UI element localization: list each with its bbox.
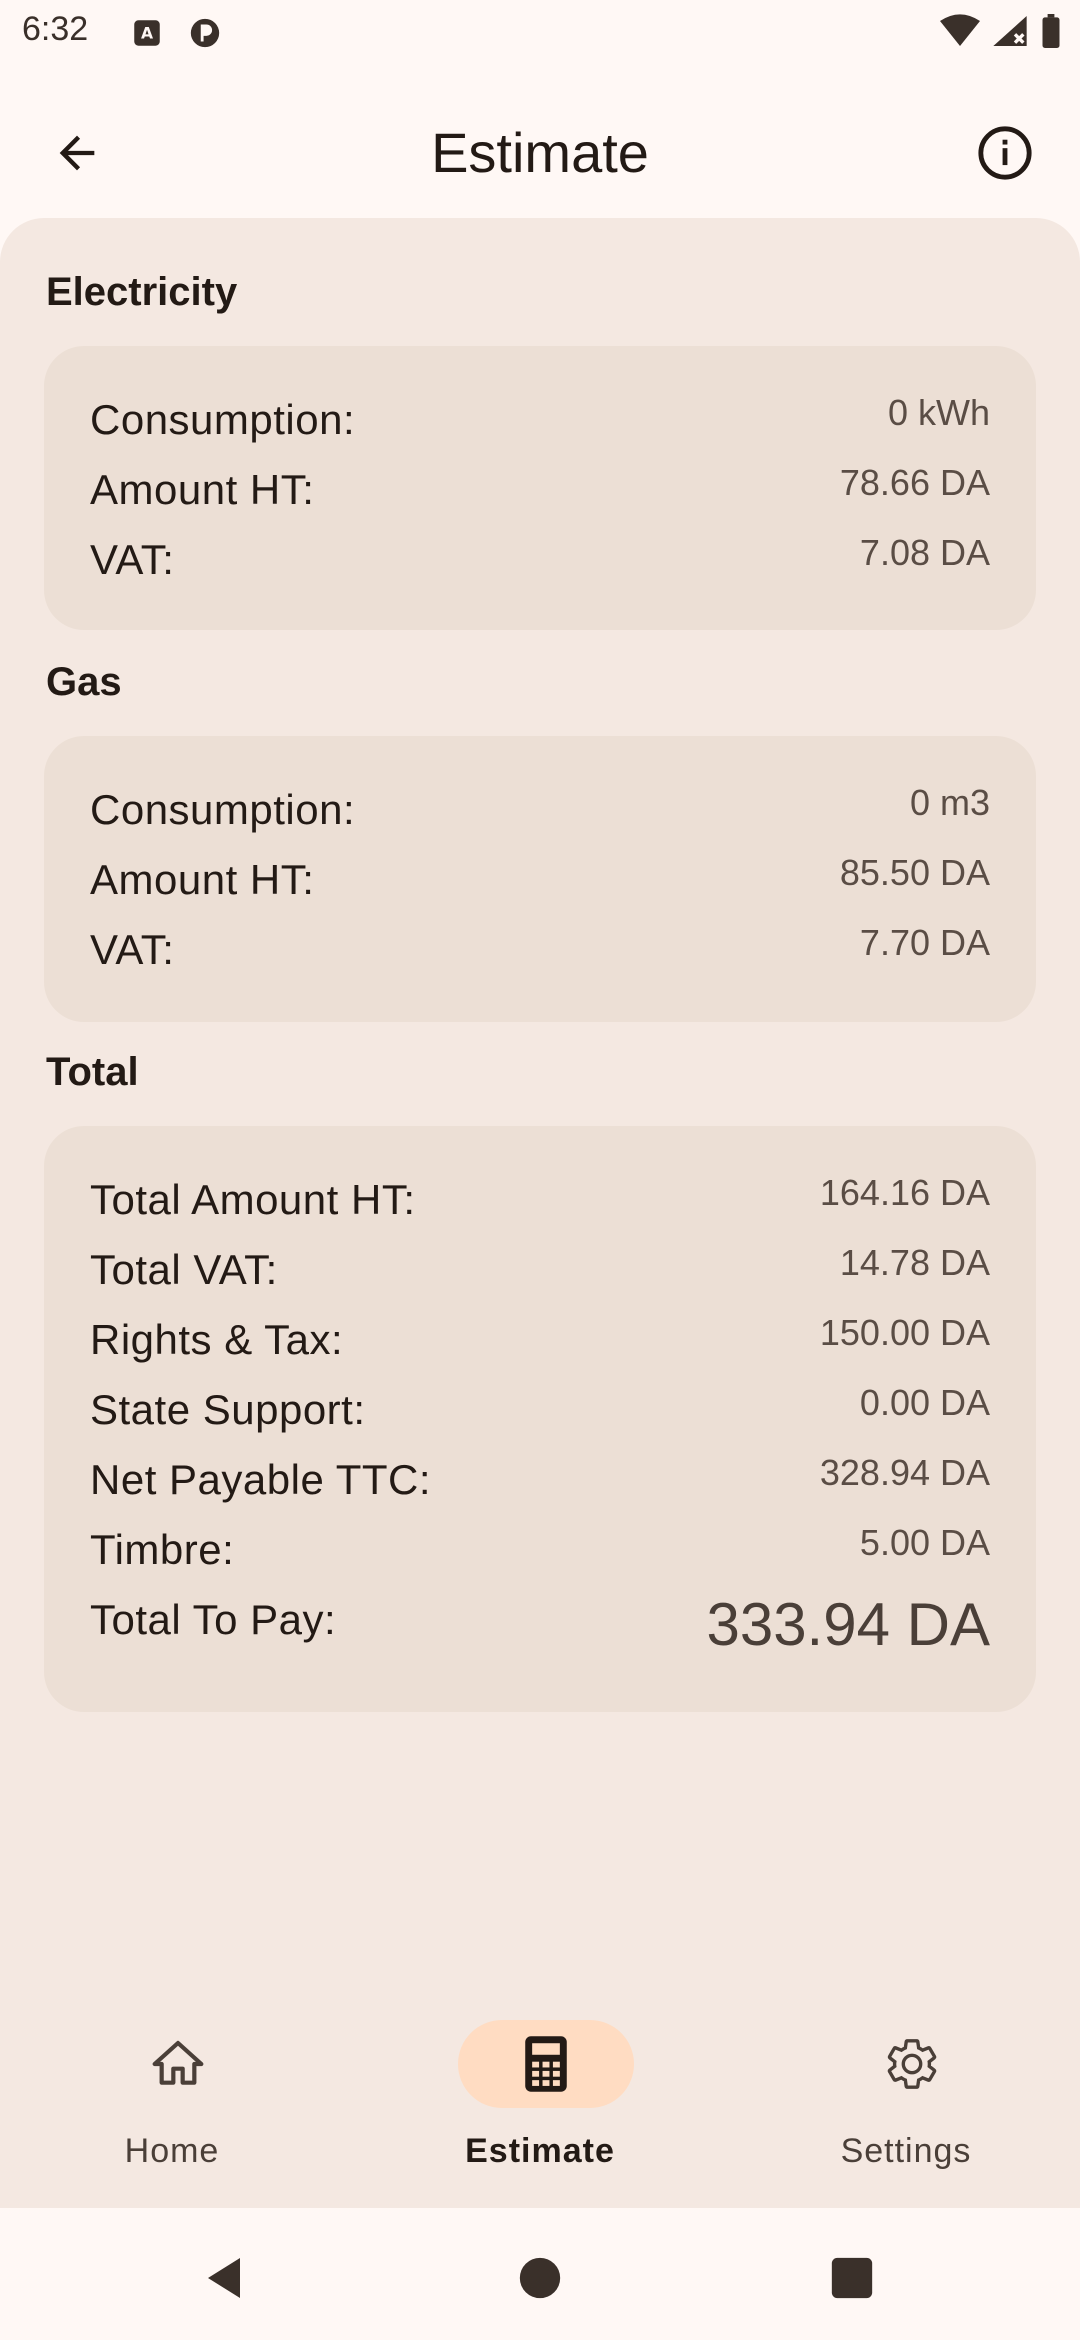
- gear-icon: [887, 2039, 937, 2089]
- row-label: VAT:: [90, 536, 175, 583]
- system-navigation-bar: [0, 2208, 1080, 2340]
- square-recents-icon: [831, 2257, 873, 2299]
- total-vat-row: Total VAT: 14.78 DA: [90, 1242, 990, 1306]
- state-support-row: State Support: 0.00 DA: [90, 1382, 990, 1446]
- row-value: 0 kWh: [887, 392, 990, 433]
- system-back-button[interactable]: [194, 2248, 254, 2308]
- row-label: Total Amount HT:: [90, 1176, 416, 1223]
- electricity-consumption-row: Consumption: 0 kWh: [90, 392, 990, 456]
- gas-section-title: Gas: [46, 660, 122, 704]
- row-label: Timbre:: [90, 1526, 235, 1573]
- nav-pill: [824, 2020, 1000, 2108]
- row-value: 7.70 DA: [859, 922, 990, 963]
- row-value: 14.78 DA: [839, 1242, 990, 1283]
- estimate-screen: 6:32 A Estimate Electricity Consumption:…: [0, 0, 1080, 2340]
- nav-label: Estimate: [465, 2132, 615, 2170]
- battery-icon: [1042, 14, 1060, 48]
- row-value: 328.94 DA: [819, 1452, 990, 1493]
- svg-text:A: A: [141, 25, 153, 43]
- gas-card: Consumption: 0 m3 Amount HT: 85.50 DA VA…: [44, 736, 1036, 1022]
- electricity-card: Consumption: 0 kWh Amount HT: 78.66 DA V…: [44, 346, 1036, 630]
- net-payable-row: Net Payable TTC: 328.94 DA: [90, 1452, 990, 1516]
- row-value: 150.00 DA: [819, 1312, 990, 1353]
- row-value: 164.16 DA: [819, 1172, 990, 1213]
- status-indicators: [940, 14, 1062, 48]
- calculator-icon: [525, 2036, 567, 2092]
- circle-home-icon: [519, 2257, 561, 2299]
- signal-icon: [993, 16, 1027, 46]
- gas-consumption-row: Consumption: 0 m3: [90, 782, 990, 846]
- content-sheet: Electricity Consumption: 0 kWh Amount HT…: [0, 218, 1080, 2208]
- row-label: Total VAT:: [90, 1246, 278, 1293]
- status-bar: 6:32 A: [0, 0, 1080, 66]
- row-label: Total To Pay:: [90, 1596, 337, 1643]
- electricity-section-title: Electricity: [46, 270, 238, 314]
- nav-label: Settings: [840, 2132, 972, 2170]
- system-recents-button[interactable]: [822, 2248, 882, 2308]
- triangle-back-icon: [208, 2258, 240, 2298]
- row-label: Consumption:: [90, 786, 356, 833]
- row-value: 85.50 DA: [839, 852, 990, 893]
- home-icon: [152, 2040, 204, 2085]
- timbre-row: Timbre: 5.00 DA: [90, 1522, 990, 1586]
- info-icon: [978, 126, 1032, 180]
- nav-pill: [90, 2020, 266, 2108]
- total-section-title: Total: [46, 1050, 139, 1094]
- row-label: Amount HT:: [90, 466, 315, 513]
- status-time: 6:32: [22, 10, 89, 48]
- total-to-pay-row: Total To Pay: 333.94 DA: [90, 1591, 990, 1676]
- wifi-icon: [940, 14, 980, 47]
- row-value: 7.08 DA: [859, 532, 990, 573]
- total-amount-ht-row: Total Amount HT: 164.16 DA: [90, 1172, 990, 1236]
- electricity-amount-ht-row: Amount HT: 78.66 DA: [90, 462, 990, 526]
- top-app-bar: Estimate: [0, 88, 1080, 222]
- nav-pill-active: [458, 2020, 634, 2108]
- nav-item-estimate[interactable]: Estimate: [430, 2020, 650, 2190]
- row-label: Net Payable TTC:: [90, 1456, 432, 1503]
- total-to-pay-value: 333.94 DA: [706, 1591, 990, 1658]
- row-value: 5.00 DA: [859, 1522, 990, 1563]
- gas-amount-ht-row: Amount HT: 85.50 DA: [90, 852, 990, 916]
- row-value: 0 m3: [909, 782, 990, 823]
- electricity-vat-row: VAT: 7.08 DA: [90, 532, 990, 596]
- gas-vat-row: VAT: 7.70 DA: [90, 922, 990, 986]
- info-button[interactable]: [960, 108, 1050, 198]
- row-label: Consumption:: [90, 396, 356, 443]
- row-value: 78.66 DA: [839, 462, 990, 503]
- row-label: VAT:: [90, 926, 175, 973]
- keyboard-notification-icon: A: [134, 20, 160, 46]
- page-title: Estimate: [431, 121, 649, 184]
- row-value: 0.00 DA: [859, 1382, 990, 1423]
- rights-tax-row: Rights & Tax: 150.00 DA: [90, 1312, 990, 1376]
- row-label: Amount HT:: [90, 856, 315, 903]
- nav-item-home[interactable]: Home: [62, 2020, 282, 2190]
- row-label: State Support:: [90, 1386, 366, 1433]
- nav-item-settings[interactable]: Settings: [796, 2020, 1016, 2190]
- bottom-navigation: Home Estimate Settings: [0, 1990, 1080, 2208]
- total-card: Total Amount HT: 164.16 DA Total VAT: 14…: [44, 1126, 1036, 1712]
- row-label: Rights & Tax:: [90, 1316, 344, 1363]
- system-home-button[interactable]: [510, 2248, 570, 2308]
- nav-label: Home: [124, 2132, 220, 2170]
- app-notification-icon: [190, 18, 220, 48]
